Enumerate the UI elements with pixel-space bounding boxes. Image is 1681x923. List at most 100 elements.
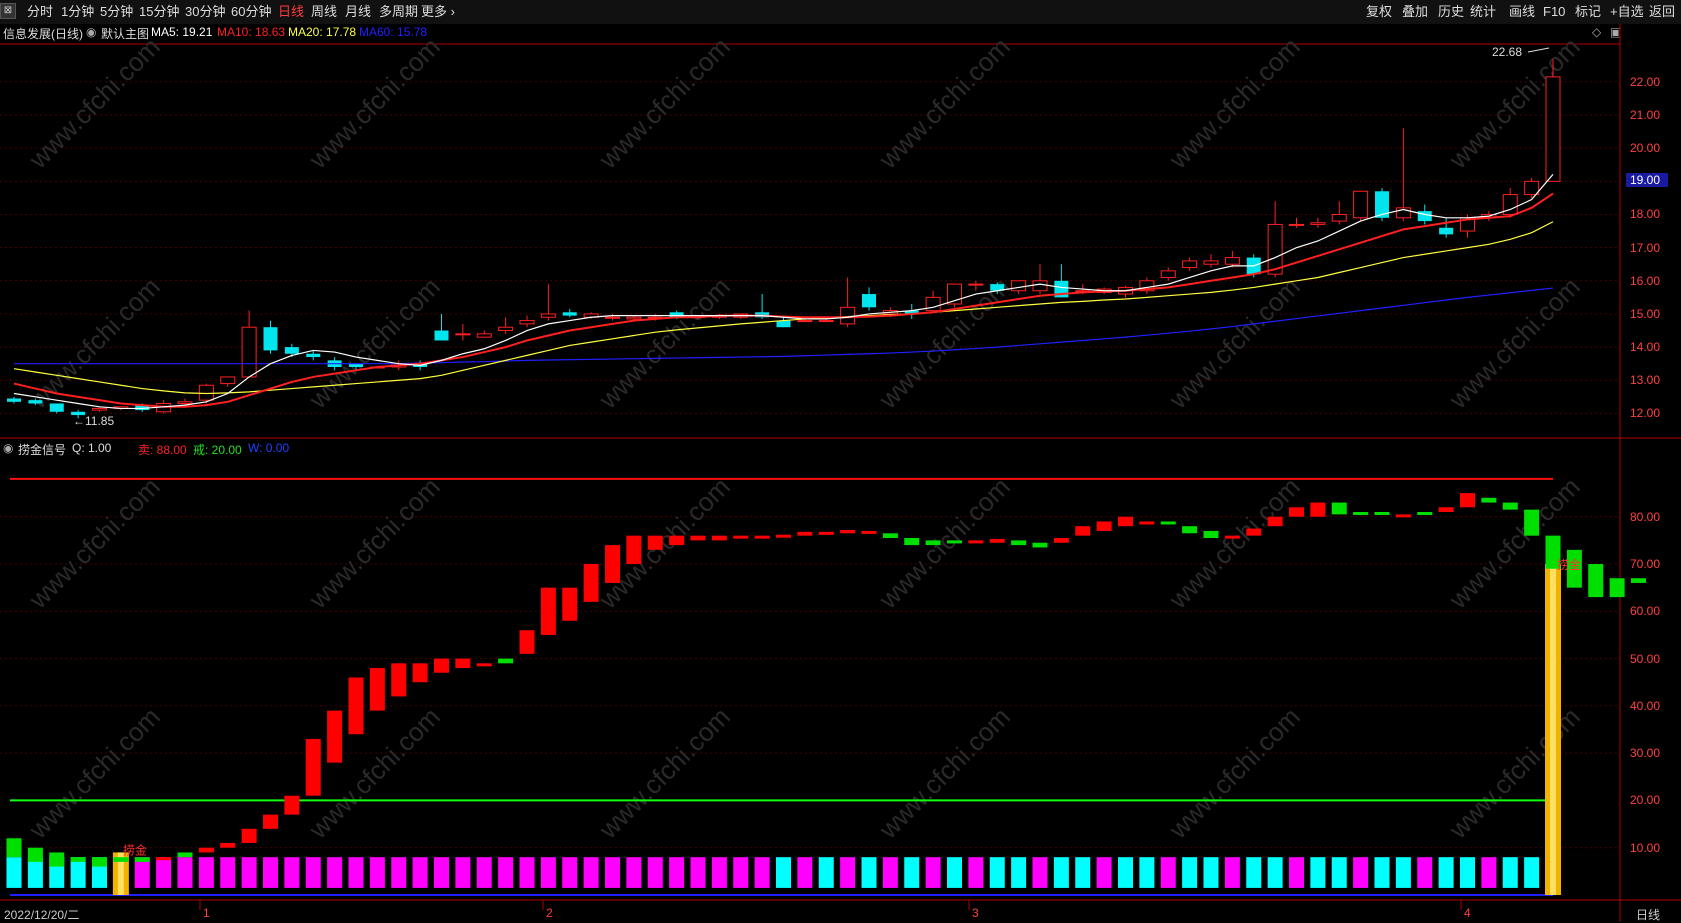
indicator-bar xyxy=(1203,530,1219,539)
signal-text-left: 捞金 xyxy=(123,842,147,857)
candle-body-down xyxy=(1417,211,1432,222)
bottom-bar xyxy=(583,857,599,888)
candle-body-down xyxy=(49,403,64,412)
indicator-bar xyxy=(1118,516,1133,527)
indicator-bar xyxy=(156,857,172,861)
candle-body-up xyxy=(476,333,492,338)
indicator-bar xyxy=(1502,502,1518,510)
bottom-bar xyxy=(605,857,620,888)
bottom-bar xyxy=(1438,857,1454,888)
period-indicator[interactable]: 日线 xyxy=(1636,906,1660,923)
bottom-bar xyxy=(1374,857,1390,888)
candle-body-up xyxy=(220,376,236,385)
indicator-bar xyxy=(1395,514,1411,518)
indicator-bar xyxy=(947,540,962,544)
bottom-bar xyxy=(797,857,813,888)
candle-body-down xyxy=(284,347,299,354)
bottom-bar xyxy=(647,857,663,888)
bottom-bar xyxy=(626,857,642,888)
candle-body-up xyxy=(1524,180,1540,196)
indicator-axis-label: 20.00 xyxy=(1630,793,1661,808)
indicator-bar xyxy=(1289,507,1304,517)
bottom-bar xyxy=(1182,857,1198,888)
candle-body-up xyxy=(1182,260,1198,269)
watermark-text: www.cfchi.com xyxy=(302,31,445,174)
watermark-text: www.cfchi.com xyxy=(22,701,165,844)
candle-body-up xyxy=(840,306,856,325)
watermark-text: www.cfchi.com xyxy=(1162,701,1305,844)
bottom-bar xyxy=(220,857,236,888)
bottom-bar xyxy=(1075,857,1091,888)
candle-body-down xyxy=(7,398,21,402)
bottom-bar xyxy=(1395,857,1411,888)
indicator-bar xyxy=(455,658,471,669)
indicator-bar xyxy=(70,857,86,862)
watermark-text: www.cfchi.com xyxy=(1162,471,1305,614)
watermark-text: www.cfchi.com xyxy=(1162,271,1305,414)
kline-canvas[interactable]: www.cfchi.com www.cfchi.com www.cfchi.com w… xyxy=(0,0,1681,922)
bottom-bar xyxy=(562,857,578,888)
indicator-axis-label: 60.00 xyxy=(1630,604,1661,619)
indicator-bar xyxy=(1182,526,1198,534)
candle-body-up xyxy=(1224,257,1240,265)
candle-body-up xyxy=(1289,223,1304,226)
bottom-bar xyxy=(412,857,428,888)
bottom-bar xyxy=(882,857,898,888)
candle-body-down xyxy=(28,400,43,404)
bottom-bar xyxy=(754,857,770,888)
bottom-bar xyxy=(348,857,364,888)
month-label: 4 xyxy=(1464,906,1471,920)
indicator-bar xyxy=(284,795,300,815)
watermark-text: www.cfchi.com xyxy=(872,271,1015,414)
bottom-bar xyxy=(904,857,920,888)
indicator-bar xyxy=(327,710,343,763)
indicator-bar xyxy=(220,842,236,848)
indicator-bar xyxy=(1053,538,1069,543)
indicator-bar xyxy=(1075,526,1091,536)
indicator-bar xyxy=(498,658,514,664)
indicator-axis-label: 30.00 xyxy=(1630,746,1661,761)
price-axis-label: 21.00 xyxy=(1630,108,1661,122)
candle-body-up xyxy=(519,320,535,325)
candle-body-up xyxy=(1331,213,1347,222)
price-axis-label: 16.00 xyxy=(1630,273,1661,288)
indicator-bar xyxy=(1631,578,1646,583)
indicator-bar xyxy=(434,658,449,673)
bottom-bar xyxy=(1289,857,1304,888)
bottom-bar xyxy=(519,857,535,888)
bottom-bar xyxy=(925,857,941,888)
candle-body-up xyxy=(198,384,214,401)
watermark-text: www.cfchi.com xyxy=(1442,701,1585,844)
price-axis-label: 20.00 xyxy=(1630,141,1661,156)
candle-body-down xyxy=(306,353,321,358)
bottom-bar xyxy=(840,857,856,888)
bottom-bar xyxy=(776,857,791,888)
indicator-bar xyxy=(519,630,535,654)
price-axis-label: 17.00 xyxy=(1630,240,1661,255)
candle-body-up xyxy=(1032,280,1048,292)
candle-body-down xyxy=(562,312,577,316)
bottom-bar xyxy=(1011,857,1027,888)
watermark-text: www.cfchi.com xyxy=(872,701,1015,844)
indicator-bar xyxy=(92,857,107,867)
start-date-label: 2022/12/20/二 xyxy=(4,908,80,922)
watermark-text: www.cfchi.com xyxy=(592,471,735,614)
indicator-bar xyxy=(647,535,663,550)
candle-body-up xyxy=(241,326,257,378)
bottom-bar xyxy=(1096,857,1112,888)
watermark-text: www.cfchi.com xyxy=(22,471,165,614)
indicator-bar xyxy=(412,663,428,683)
indicator-bar xyxy=(1609,578,1625,598)
gold-signal-bar-right-highlight xyxy=(1550,564,1556,895)
indicator-bar xyxy=(776,534,791,538)
indicator-bar xyxy=(1267,516,1283,527)
watermark-text: www.cfchi.com xyxy=(302,271,445,414)
indicator-bar xyxy=(904,538,920,546)
bottom-bar xyxy=(1139,857,1155,888)
candle-body-up xyxy=(177,401,193,404)
bottom-bar xyxy=(1417,857,1433,888)
watermark-text: www.cfchi.com xyxy=(1442,471,1585,614)
indicator-bar xyxy=(818,531,834,535)
bottom-bar xyxy=(1032,857,1048,888)
indicator-bar xyxy=(711,535,727,541)
